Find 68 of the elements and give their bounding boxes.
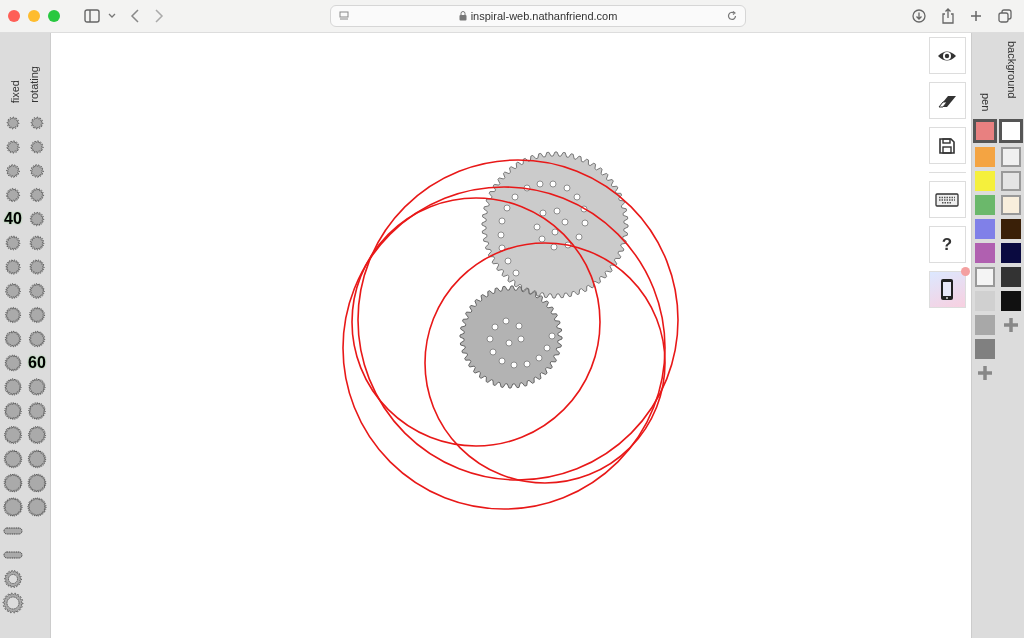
- url-text: inspiral-web.nathanfriend.com: [470, 8, 618, 24]
- palette-label: background: [1005, 41, 1017, 101]
- reload-icon[interactable]: [727, 11, 737, 21]
- gear-size-number[interactable]: 60: [25, 351, 49, 375]
- gear-icon[interactable]: [1, 423, 25, 447]
- fixed-gear[interactable]: [481, 151, 629, 299]
- color-swatch[interactable]: [1001, 291, 1021, 311]
- window-control-icon: [48, 10, 60, 22]
- erase-button[interactable]: [928, 82, 966, 119]
- new-tab-icon[interactable]: [970, 10, 982, 22]
- color-swatch[interactable]: [999, 119, 1023, 143]
- rotating-gear[interactable]: [459, 285, 563, 389]
- gear-icon[interactable]: [25, 375, 49, 399]
- share-icon[interactable]: [942, 8, 954, 24]
- picker-label: rotating: [29, 66, 40, 103]
- color-swatch[interactable]: [975, 267, 995, 287]
- phone-icon: [940, 278, 954, 301]
- caret-icon[interactable]: [108, 13, 116, 19]
- tabs-overview-icon[interactable]: [998, 9, 1012, 23]
- gear-size-number[interactable]: 40: [1, 207, 25, 231]
- gear-icon[interactable]: [1, 447, 25, 471]
- plus-icon: [977, 365, 993, 381]
- gear-icon[interactable]: [25, 423, 49, 447]
- save-button[interactable]: [928, 127, 966, 164]
- gear-icon[interactable]: [1, 471, 25, 495]
- view-button[interactable]: [928, 37, 966, 74]
- lock-icon: [458, 11, 467, 21]
- color-swatch[interactable]: [975, 339, 995, 359]
- color-swatch[interactable]: [975, 243, 995, 263]
- gear-icon[interactable]: [1, 351, 25, 375]
- help-button[interactable]: ?: [928, 226, 966, 263]
- gear-icon[interactable]: [25, 447, 49, 471]
- gear-icon[interactable]: [1, 375, 25, 399]
- color-swatch[interactable]: [975, 195, 995, 215]
- color-swatch[interactable]: [1001, 171, 1021, 191]
- ring-gear-icon[interactable]: [1, 591, 25, 615]
- keyboard-icon: [935, 192, 959, 207]
- page-icon[interactable]: [339, 11, 349, 21]
- color-swatch[interactable]: [975, 219, 995, 239]
- picker-label: fixed: [10, 79, 21, 103]
- color-swatch[interactable]: [973, 119, 997, 143]
- gear-icon[interactable]: [1, 495, 25, 519]
- keyboard-button[interactable]: [928, 181, 966, 218]
- back-icon[interactable]: [130, 9, 140, 23]
- add-color-button[interactable]: [1001, 315, 1021, 335]
- gear-icon[interactable]: [25, 495, 49, 519]
- color-swatch[interactable]: [1001, 147, 1021, 167]
- color-swatch[interactable]: [1001, 243, 1021, 263]
- gear-icon[interactable]: [25, 399, 49, 423]
- ring-gear-icon[interactable]: [1, 567, 25, 591]
- color-swatch[interactable]: [1001, 267, 1021, 287]
- color-swatch[interactable]: [1001, 219, 1021, 239]
- save-icon: [938, 136, 956, 155]
- window-control-icon: [8, 10, 20, 22]
- forward-icon[interactable]: [154, 9, 164, 23]
- gear-icon[interactable]: [25, 471, 49, 495]
- window-control-icon: [28, 10, 40, 22]
- gear-icon[interactable]: [1, 399, 25, 423]
- sidebar-icon[interactable]: [84, 9, 100, 23]
- download-icon[interactable]: [912, 9, 926, 23]
- color-swatch[interactable]: [975, 147, 995, 167]
- color-swatch[interactable]: [975, 171, 995, 191]
- color-swatch[interactable]: [1001, 195, 1021, 215]
- plus-icon: [1003, 317, 1019, 333]
- color-swatch[interactable]: [975, 315, 995, 335]
- address-bar[interactable]: inspiral-web.nathanfriend.com: [330, 5, 746, 27]
- palette-label: pen: [979, 92, 991, 111]
- add-color-button[interactable]: [975, 363, 995, 383]
